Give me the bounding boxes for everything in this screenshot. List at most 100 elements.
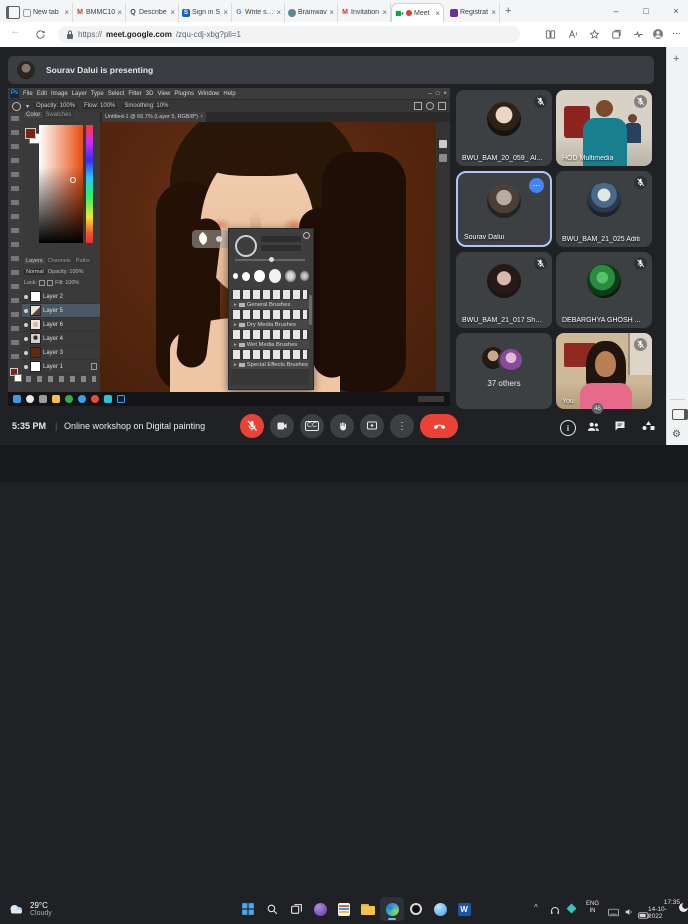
close-icon[interactable]: × (64, 8, 69, 17)
close-icon[interactable]: × (276, 8, 281, 17)
brush-tip-previews (233, 267, 309, 285)
search-icon[interactable] (260, 897, 284, 921)
file-explorer-icon[interactable] (356, 897, 380, 921)
more-options-button[interactable]: ⋮ (390, 414, 414, 438)
chat-icon[interactable] (614, 420, 626, 432)
browser-essentials-icon[interactable] (630, 26, 646, 42)
collections-icon[interactable] (608, 26, 624, 42)
edge-browser-icon-active[interactable] (380, 897, 404, 921)
window-minimize-button[interactable]: – (608, 4, 624, 18)
mic-off-icon (634, 176, 647, 189)
layer-thumbnail (30, 361, 41, 372)
shared-screen-photoshop[interactable]: Ps File Edit Image Layer Type Select Fil… (8, 88, 450, 406)
layer-opacity: Opacity: 100% (48, 269, 84, 275)
browser-tab-describe[interactable]: Q Describe × (126, 3, 179, 22)
start-button[interactable] (236, 897, 260, 921)
browser-tab-meet-active[interactable]: Meet × (391, 3, 444, 22)
camera-button[interactable] (270, 414, 294, 438)
layer-name: Layer 2 (43, 294, 63, 300)
present-button[interactable] (360, 414, 384, 438)
brush-group-row: ▸ General Brushes (231, 300, 309, 309)
captions-button[interactable]: CC (300, 414, 324, 438)
blue-circle-app-icon[interactable] (428, 897, 452, 921)
tile-more-options-button[interactable]: ⋯ (529, 178, 544, 193)
brush-thumbnails (233, 350, 307, 359)
close-icon[interactable]: × (329, 8, 334, 17)
activities-icon[interactable] (642, 420, 655, 431)
brush-group-name: General Brushes (247, 302, 291, 308)
vertical-tabs-icon[interactable] (6, 6, 20, 19)
app-icon (78, 395, 86, 403)
touch-keyboard-icon[interactable] (608, 904, 619, 922)
end-call-button[interactable] (420, 414, 458, 438)
window-maximize-button[interactable]: □ (638, 4, 654, 18)
close-icon[interactable]: × (223, 8, 228, 17)
cortana-app-icon[interactable] (308, 897, 332, 921)
window-close-button[interactable]: × (668, 4, 684, 18)
close-icon[interactable]: × (117, 8, 122, 17)
url-domain: meet.google.com (106, 30, 172, 39)
blend-mode-row: Normal Opacity: 100% (24, 269, 84, 275)
lock-icon (47, 280, 53, 286)
people-icon[interactable] (586, 420, 601, 433)
overflow-tile[interactable]: 37 others (456, 333, 552, 409)
weather-widget[interactable]: 29°C Cloudy (8, 897, 98, 921)
sidebar-panel-icon[interactable] (672, 409, 688, 420)
close-icon[interactable]: × (382, 8, 387, 17)
profile-avatar[interactable] (650, 26, 666, 42)
tool-dot-icon (216, 236, 222, 242)
word-app-icon[interactable]: W (452, 897, 476, 921)
task-view-icon[interactable] (284, 897, 308, 921)
meeting-info-icon[interactable]: i (560, 420, 576, 436)
raise-hand-button[interactable] (330, 414, 354, 438)
browser-tab-brainwav[interactable]: Brainwav × (285, 3, 338, 22)
tray-chevron-icon[interactable]: ^ (534, 903, 538, 912)
browser-tab-signin[interactable]: S Sign in S × (179, 3, 232, 22)
browser-tab-newtab[interactable]: New tab × (20, 3, 73, 22)
split-screen-icon[interactable] (542, 26, 558, 42)
mic-button-muted[interactable] (240, 414, 264, 438)
close-icon[interactable]: × (170, 8, 175, 17)
gmail-icon: M (76, 9, 84, 17)
back-icon[interactable]: ← (10, 25, 21, 37)
new-tab-button[interactable]: + (505, 5, 511, 17)
participant-tile-presenter[interactable]: ⋯ Sourav Dalui (456, 171, 552, 247)
gear-icon[interactable]: ⚙ (672, 429, 681, 440)
participant-tile[interactable]: BWU_BAM_21_025 Aditi (556, 171, 652, 247)
opacity-option: Opacity: 100% (34, 103, 77, 109)
participant-tile-video[interactable]: HOD Multimedia (556, 90, 652, 166)
tab-recording-icon (406, 10, 412, 16)
browser-tab-bmmc[interactable]: M BMMC10 × (73, 3, 126, 22)
headset-icon[interactable] (550, 903, 560, 921)
photoshop-right-dock (436, 122, 450, 392)
tray-clock[interactable]: 17:35 14-10-2022 (648, 899, 680, 920)
tab-label: BMMC10 (86, 9, 115, 16)
participant-tile[interactable]: BWU_BAM_21_017 Shri... (456, 252, 552, 328)
favorites-star-icon[interactable] (586, 26, 602, 42)
more-menu-icon[interactable]: ⋯ (672, 28, 681, 39)
browser-tab-write[interactable]: G Write sho × (232, 3, 285, 22)
self-tile-video[interactable]: You (556, 333, 652, 409)
close-icon[interactable]: × (491, 8, 496, 17)
q-favicon-icon: Q (129, 9, 137, 17)
participant-tile[interactable]: DEBARGHYA GHOSH ... (556, 252, 652, 328)
language-line2: IN (590, 908, 596, 915)
location-tray-icon[interactable] (567, 904, 577, 914)
sidebar-add-button[interactable]: + (673, 53, 679, 65)
focus-assist-moon-icon[interactable] (679, 903, 688, 912)
browser-tab-invitation[interactable]: M Invitation × (338, 3, 391, 22)
notebook-app-icon[interactable] (332, 897, 356, 921)
url-field[interactable]: https://meet.google.com/zqu-cdj-xbg?pli=… (58, 26, 520, 43)
close-icon[interactable]: × (435, 9, 440, 18)
read-aloud-icon[interactable] (564, 26, 580, 42)
blend-mode-select: Normal (24, 269, 46, 275)
language-indicator[interactable]: ENG IN (586, 901, 599, 915)
browser-tab-registration[interactable]: Registrat × (447, 3, 500, 22)
refresh-icon[interactable] (32, 26, 48, 42)
dark-circle-app-icon[interactable] (404, 897, 428, 921)
more-vertical-icon: ⋮ (397, 421, 407, 432)
page-icon (23, 9, 31, 17)
mic-off-icon (634, 257, 647, 270)
participant-tile[interactable]: BWU_BAM_20_059_ Al... (456, 90, 552, 166)
speaker-icon[interactable] (624, 904, 634, 922)
